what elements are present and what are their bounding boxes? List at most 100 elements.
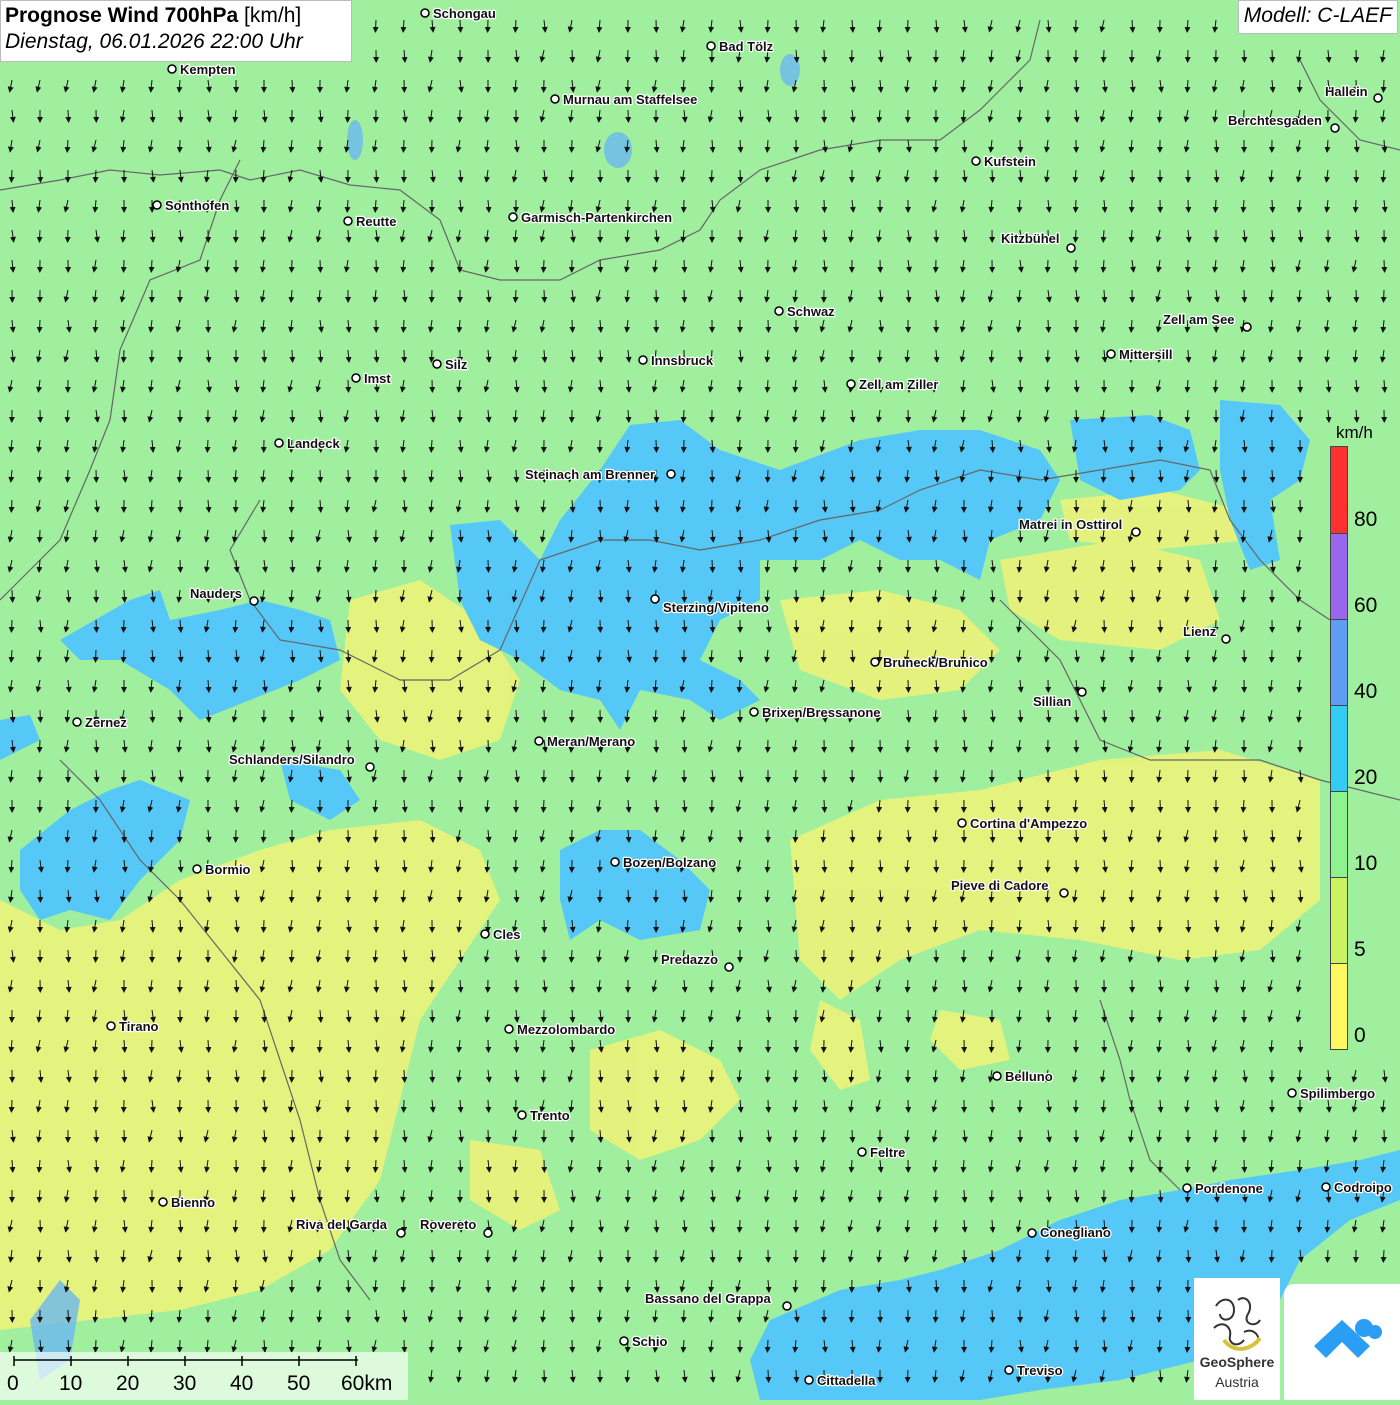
scale-label: 10 (59, 1372, 82, 1396)
wind-arrow (460, 590, 461, 602)
wind-arrow (488, 1130, 489, 1142)
city-marker: Meran/Merano (535, 734, 635, 749)
map-title: Prognose Wind 700hPa [km/h] (5, 4, 347, 28)
legend-segment (1331, 705, 1347, 791)
svg-text:Trento: Trento (530, 1108, 570, 1123)
wind-arrow (404, 470, 405, 482)
wind-arrow (1327, 1250, 1328, 1262)
wind-arrow (684, 1310, 685, 1322)
wind-arrow (572, 1040, 573, 1052)
wind-arrow (11, 500, 12, 512)
wind-arrow (544, 1370, 545, 1382)
wind-arrow (572, 50, 573, 62)
wind-arrow (1159, 1340, 1160, 1352)
svg-text:Silz: Silz (445, 357, 468, 372)
wind-arrow (572, 1310, 573, 1322)
wind-arrow (291, 950, 292, 962)
weather-app-logo-icon (1284, 1284, 1400, 1400)
wind-arrow (992, 650, 993, 662)
wind-arrow (432, 1010, 433, 1022)
wind-arrow (1076, 830, 1077, 842)
wind-arrow (1160, 800, 1161, 812)
wind-arrow (264, 1070, 265, 1082)
legend-tick: 10 (1354, 852, 1377, 876)
wind-arrow (207, 440, 208, 452)
wind-arrow (68, 1310, 69, 1322)
wind-arrow (1299, 1160, 1300, 1172)
wind-arrow (543, 1070, 544, 1082)
wind-arrow (543, 800, 544, 812)
wind-arrow (656, 440, 657, 452)
wind-arrow (291, 500, 292, 512)
svg-text:Berchtesgaden: Berchtesgaden (1228, 113, 1322, 128)
wind-arrow (515, 1100, 516, 1112)
weather-app-logo[interactable] (1284, 1284, 1400, 1400)
wind-arrow (320, 260, 321, 272)
wind-arrow (684, 260, 685, 272)
wind-arrow (67, 470, 68, 482)
wind-arrow (263, 830, 264, 842)
wind-arrow (879, 620, 880, 632)
wind-arrow (515, 860, 516, 872)
wind-arrow (488, 560, 489, 572)
wind-arrow (740, 380, 741, 392)
wind-arrow (292, 80, 293, 92)
wind-arrow (1048, 500, 1049, 512)
scale-bar: 0 10 20 30 40 50 60km (0, 1352, 408, 1400)
wind-arrow (571, 1220, 572, 1232)
svg-text:Cles: Cles (493, 927, 520, 942)
wind-arrow (96, 950, 97, 962)
wind-arrow (964, 1250, 965, 1262)
wind-arrow (656, 50, 657, 62)
wind-arrow (1187, 1160, 1188, 1172)
city-marker: Cortina d'Ampezzo (958, 816, 1087, 831)
wind-arrow (403, 320, 404, 332)
wind-arrow (96, 1130, 97, 1142)
wind-arrow (1132, 200, 1133, 212)
wind-arrow (1188, 920, 1189, 932)
wind-arrow (656, 470, 657, 482)
wind-arrow (1132, 1100, 1133, 1112)
wind-arrow (1020, 350, 1021, 362)
wind-arrow (628, 50, 629, 62)
wind-arrow (1160, 560, 1161, 572)
wind-arrow (236, 500, 237, 512)
wind-arrow (824, 770, 825, 782)
wind-arrow (739, 1220, 740, 1232)
wind-arrow (823, 1280, 824, 1292)
wind-arrow (11, 1100, 12, 1112)
wind-arrow (1356, 290, 1357, 302)
svg-text:Spilimbergo: Spilimbergo (1300, 1086, 1375, 1101)
scale-label: 0 (7, 1372, 19, 1396)
wind-arrow (516, 710, 517, 722)
wind-arrow (1244, 1160, 1245, 1172)
wind-arrow (572, 140, 573, 152)
wind-arrow (600, 500, 601, 512)
wind-arrow (40, 890, 41, 902)
wind-arrow (544, 290, 545, 302)
wind-arrow (1188, 200, 1189, 212)
forecast-datetime: Dienstag, 06.01.2026 22:00 Uhr (5, 30, 347, 54)
svg-text:Nauders: Nauders (190, 586, 242, 601)
wind-arrow (1355, 1160, 1356, 1172)
geosphere-logo[interactable]: GeoSphere Austria (1194, 1278, 1280, 1400)
wind-arrow (1075, 230, 1076, 242)
svg-text:Schwaz: Schwaz (787, 304, 835, 319)
wind-arrow (739, 1250, 740, 1262)
wind-arrow (348, 380, 349, 392)
wind-arrow (767, 1340, 768, 1352)
wind-arrow (1076, 500, 1077, 512)
wind-arrow (852, 1130, 853, 1142)
model-label: Modell: C-LAEF (1238, 0, 1398, 34)
wind-arrow (824, 800, 825, 812)
wind-arrow (460, 20, 461, 32)
wind-arrow (1383, 80, 1384, 92)
wind-arrow (180, 560, 181, 572)
svg-text:Zernez: Zernez (85, 715, 127, 730)
wind-arrow (1159, 1010, 1160, 1022)
wind-arrow (991, 1040, 992, 1052)
wind-arrow (908, 680, 909, 692)
svg-text:Imst: Imst (364, 371, 391, 386)
wind-arrow (992, 170, 993, 182)
wind-arrow (11, 170, 12, 182)
